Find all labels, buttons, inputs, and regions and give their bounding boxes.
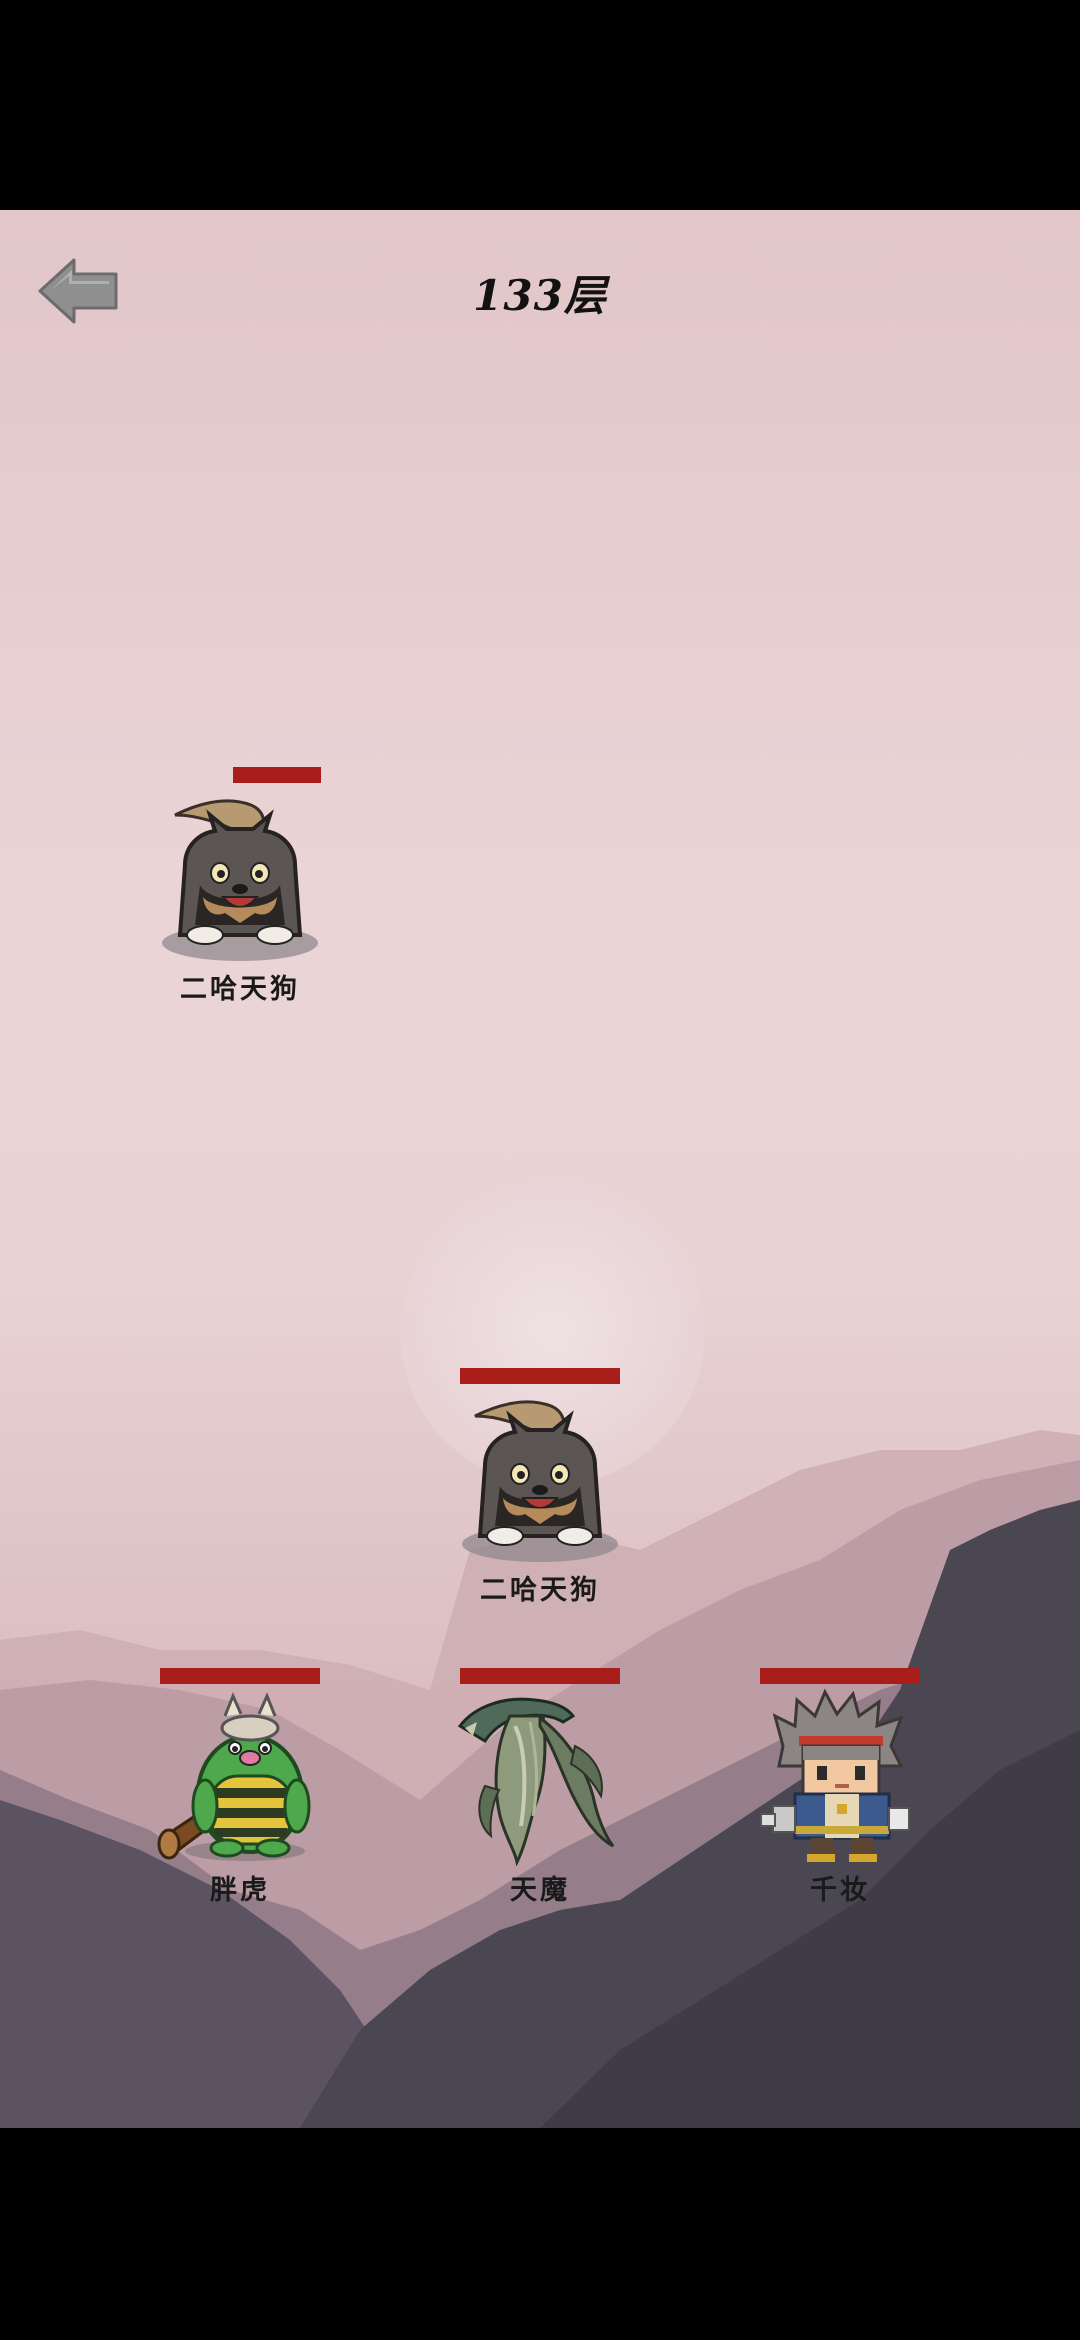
party-hp-bar xyxy=(460,1668,620,1684)
enemy-hp-bar xyxy=(460,1368,620,1384)
enemy-unit-2[interactable]: 二哈天狗 xyxy=(455,1356,625,1606)
party-name: 胖虎 xyxy=(210,1875,270,1906)
serpent-sprite xyxy=(457,1697,615,1866)
navigation-bar-area xyxy=(0,2128,1080,2340)
floor-title: 133层 xyxy=(473,271,607,320)
party-name: 千妆 xyxy=(810,1875,870,1906)
party-unit-1[interactable]: 胖虎 xyxy=(155,1656,325,1906)
wolf-sprite xyxy=(462,1400,618,1562)
ogre-sprite xyxy=(157,1692,311,1861)
party-unit-2[interactable]: 天魔 xyxy=(455,1656,625,1906)
enemy-unit-1[interactable]: 二哈天狗 xyxy=(155,755,325,1005)
party-hp-bar xyxy=(760,1668,920,1684)
enemy-hp-bar xyxy=(233,767,321,783)
party-hp-bar xyxy=(160,1668,320,1684)
enemy-name: 二哈天狗 xyxy=(180,974,300,1005)
status-bar-area xyxy=(0,0,1080,210)
wolf-sprite xyxy=(162,799,318,961)
warrior-sprite xyxy=(760,1688,910,1862)
party-name: 天魔 xyxy=(510,1875,570,1906)
party-unit-3[interactable]: 千妆 xyxy=(755,1656,925,1906)
enemy-name: 二哈天狗 xyxy=(480,1575,600,1606)
battle-scene: 133层 二哈天狗 二哈天狗 胖虎 天魔 千妆 xyxy=(0,210,1080,2128)
